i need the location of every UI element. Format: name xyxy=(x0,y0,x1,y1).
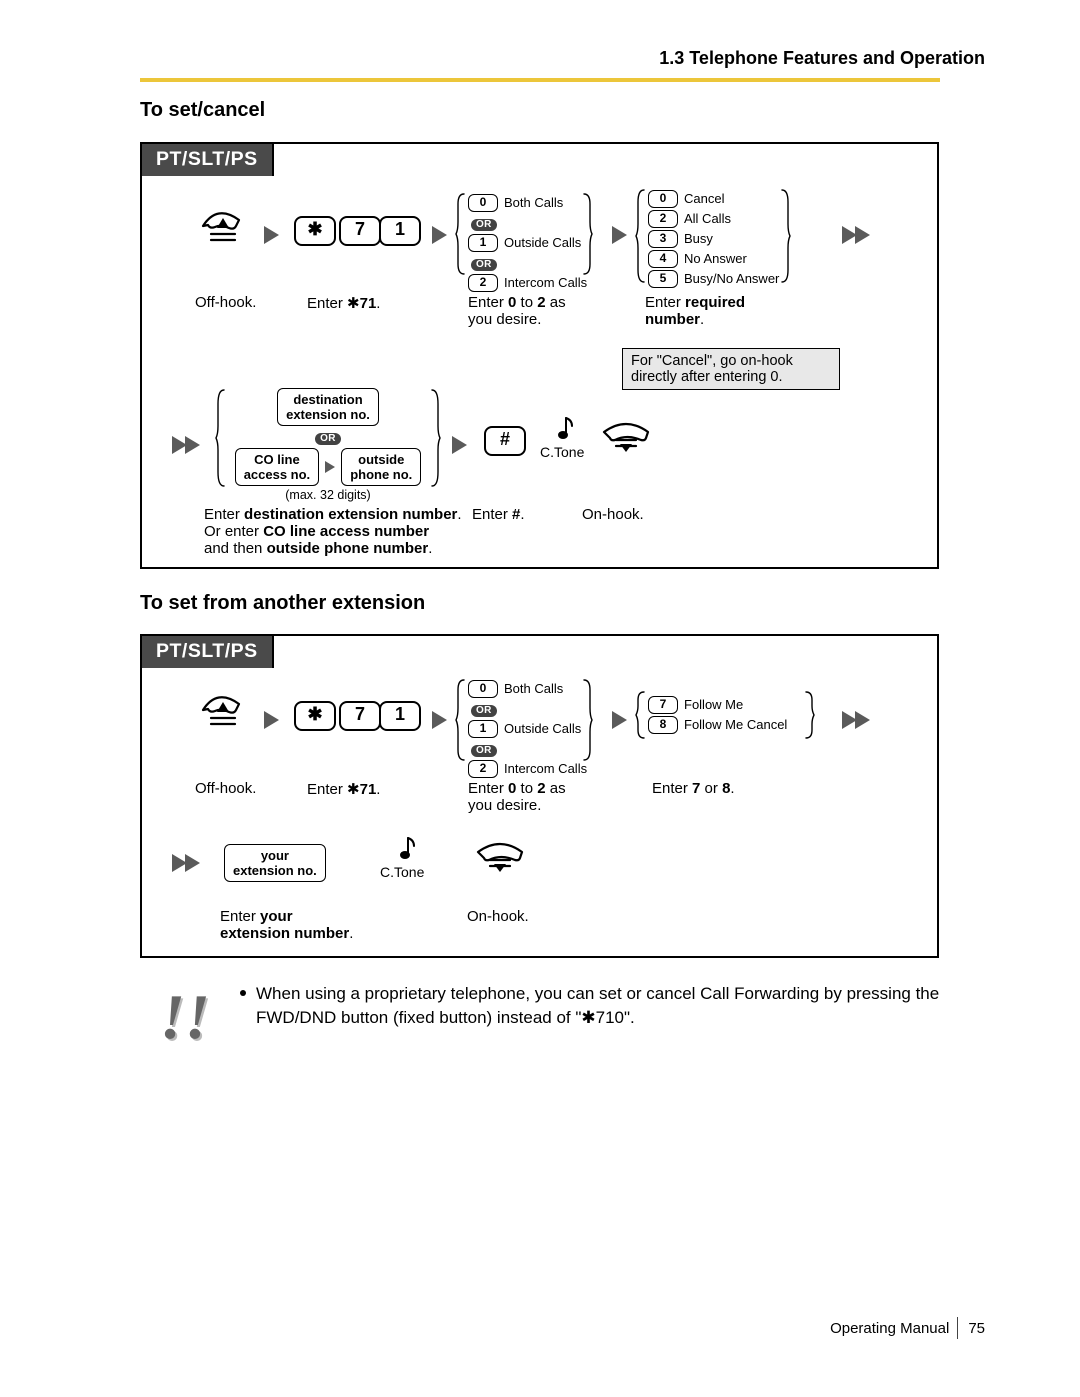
panel-from-another: PT/SLT/PS ✱ 7 1 0Both Calls OR 1Outside … xyxy=(140,634,939,958)
bullet-icon xyxy=(240,990,246,996)
double-arrow-icon xyxy=(172,436,200,459)
note-icon xyxy=(552,414,576,444)
arrow-icon xyxy=(432,711,447,734)
key-star: ✱ xyxy=(294,216,336,246)
key-1: 1 xyxy=(379,216,421,246)
panel1-tab: PT/SLT/PS xyxy=(140,142,274,176)
section2-title: To set from another extension xyxy=(140,592,425,615)
enter71-caption2: Enter ✱71. xyxy=(307,780,380,798)
note-icon xyxy=(394,834,418,864)
offhook-caption2: Off-hook. xyxy=(195,780,256,797)
arrow-icon xyxy=(612,226,627,249)
key-star: ✱ xyxy=(294,701,336,731)
enter71-caption: Enter ✱71. xyxy=(307,294,380,312)
bang-icon: !! xyxy=(160,988,210,1046)
page-header: 1.3 Telephone Features and Operation xyxy=(659,48,985,69)
calltype-caption2: Enter 0 to 2 as you desire. xyxy=(468,780,566,814)
arrow-icon xyxy=(325,461,335,473)
key-7: 7 xyxy=(339,701,381,731)
destination-group: destinationextension no. OR CO lineacces… xyxy=(228,388,428,502)
enter-hash-caption: Enter #. xyxy=(472,506,525,523)
offhook-caption: Off-hook. xyxy=(195,294,256,311)
page-footer: Operating Manual75 xyxy=(830,1317,985,1339)
ctone-label: C.Tone xyxy=(540,444,584,460)
off-hook-icon xyxy=(197,690,253,736)
arrow-icon xyxy=(452,436,467,459)
on-hook-icon xyxy=(472,838,532,878)
key-1: 1 xyxy=(379,701,421,731)
calltype-caption: Enter 0 to 2 as you desire. xyxy=(468,294,566,328)
arrow-icon xyxy=(612,711,627,734)
follow-options: 7Follow Me 8Follow Me Cancel xyxy=(648,694,818,735)
on-hook-icon xyxy=(598,418,658,458)
off-hook-icon xyxy=(197,206,253,252)
arrow-icon xyxy=(264,711,279,734)
calltype-options2: 0Both Calls OR 1Outside Calls OR 2Interc… xyxy=(468,678,598,779)
panel2-tab: PT/SLT/PS xyxy=(140,634,274,668)
double-arrow-icon xyxy=(842,226,870,249)
fwdtype-caption: Enter required number. xyxy=(645,294,745,328)
note-text: When using a proprietary telephone, you … xyxy=(240,982,940,1030)
arrow-icon xyxy=(264,226,279,249)
arrow-icon xyxy=(432,226,447,249)
onhook-caption: On-hook. xyxy=(582,506,644,523)
onhook-caption2: On-hook. xyxy=(467,908,529,925)
follow-caption: Enter 7 or 8. xyxy=(652,780,735,797)
your-ext-box: yourextension no. xyxy=(224,844,326,882)
calltype-options: 0Both Calls OR 1Outside Calls OR 2Interc… xyxy=(468,192,598,293)
double-arrow-icon xyxy=(172,854,200,877)
header-rule xyxy=(140,78,940,82)
ctone-label2: C.Tone xyxy=(380,864,424,880)
cancel-note: For "Cancel", go on-hook directly after … xyxy=(622,348,840,390)
key-7: 7 xyxy=(339,216,381,246)
fwdtype-options: 0Cancel 2All Calls 3Busy 4No Answer 5Bus… xyxy=(648,188,798,289)
key-hash: # xyxy=(484,426,526,456)
double-arrow-icon xyxy=(842,711,870,734)
panel-set-cancel: PT/SLT/PS ✱ 7 1 0Both Calls OR 1Outside … xyxy=(140,142,939,569)
dest-caption: Enter destination extension number. Or e… xyxy=(204,506,464,557)
your-ext-caption: Enter your extension number. xyxy=(220,908,353,942)
section1-title: To set/cancel xyxy=(140,99,265,122)
